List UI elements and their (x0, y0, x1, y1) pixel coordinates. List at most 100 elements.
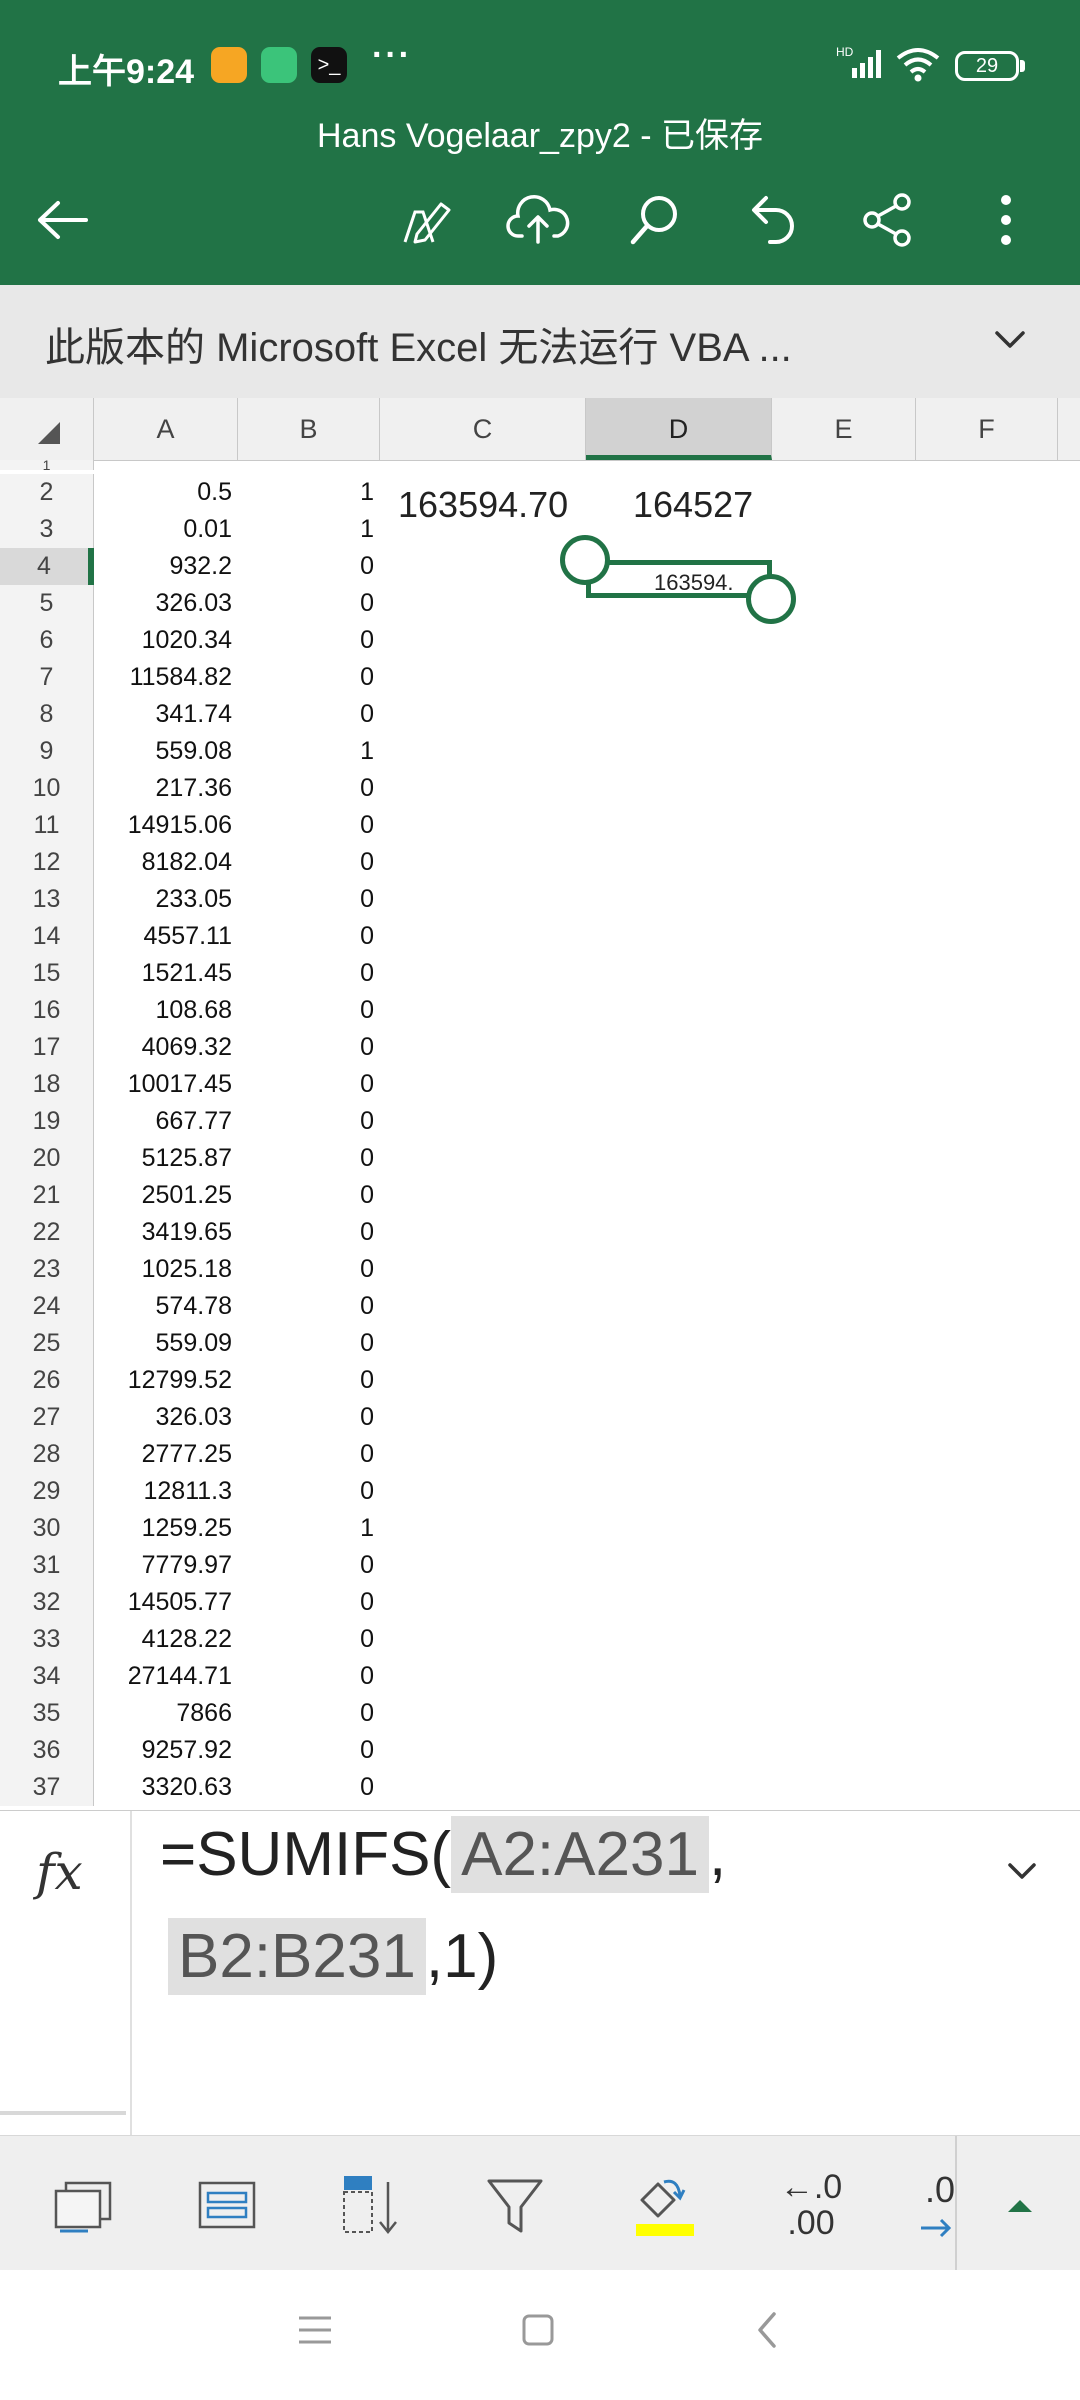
column-header-d[interactable]: D (586, 398, 772, 460)
sort-button[interactable] (326, 2160, 416, 2250)
cell-a[interactable]: 574.78 (94, 1288, 232, 1325)
cell-d2[interactable]: 164527 (633, 484, 753, 526)
cell-b[interactable]: 0 (238, 1399, 374, 1436)
cell-a[interactable]: 12811.3 (94, 1473, 232, 1510)
vba-warning-bar[interactable]: 此版本的 Microsoft Excel 无法运行 VBA ... (0, 285, 1080, 398)
format-table-button[interactable] (182, 2160, 272, 2250)
cell-c2[interactable]: 163594.70 (398, 484, 568, 526)
row-header[interactable]: 18 (0, 1066, 94, 1103)
row-header[interactable]: 4 (0, 548, 94, 585)
cell-b[interactable]: 0 (238, 1103, 374, 1140)
row-header[interactable]: 31 (0, 1547, 94, 1584)
cell-a[interactable]: 7866 (94, 1695, 232, 1732)
cell-a[interactable]: 1521.45 (94, 955, 232, 992)
cell-b[interactable]: 0 (238, 1177, 374, 1214)
row-header[interactable]: 24 (0, 1288, 94, 1325)
cell-a[interactable]: 8182.04 (94, 844, 232, 881)
cell-b[interactable]: 0 (238, 1436, 374, 1473)
cell-b[interactable]: 0 (238, 585, 374, 622)
column-header-c[interactable]: C (380, 398, 586, 460)
cell-b[interactable]: 0 (238, 1547, 374, 1584)
row-header[interactable]: 6 (0, 622, 94, 659)
row-header[interactable]: 25 (0, 1325, 94, 1362)
selection-handle-end[interactable] (746, 574, 796, 624)
row-header[interactable]: 27 (0, 1399, 94, 1436)
cell-a[interactable]: 4557.11 (94, 918, 232, 955)
back-nav-button[interactable] (748, 2310, 788, 2355)
cell-a[interactable]: 11584.82 (94, 659, 232, 696)
cell-a[interactable]: 27144.71 (94, 1658, 232, 1695)
cell-b[interactable]: 0 (238, 659, 374, 696)
cell-b[interactable]: 0 (238, 992, 374, 1029)
row-header[interactable]: 16 (0, 992, 94, 1029)
cell-a[interactable]: 5125.87 (94, 1140, 232, 1177)
row-header[interactable]: 36 (0, 1732, 94, 1769)
cell-b[interactable]: 0 (238, 1362, 374, 1399)
cell-b[interactable]: 0 (238, 1658, 374, 1695)
cell-a[interactable]: 233.05 (94, 881, 232, 918)
row-header[interactable]: 12 (0, 844, 94, 881)
cell-b[interactable]: 0 (238, 1473, 374, 1510)
row-header[interactable]: 29 (0, 1473, 94, 1510)
expand-ribbon-button[interactable] (975, 2160, 1065, 2250)
formula-line-1[interactable]: =SUMIFS(A2:A231, (160, 1816, 726, 1893)
row-header[interactable]: 10 (0, 770, 94, 807)
row-header[interactable]: 3 (0, 511, 94, 548)
cell-a[interactable]: 326.03 (94, 585, 232, 622)
column-header-a[interactable]: A (94, 398, 238, 460)
row-header[interactable]: 35 (0, 1695, 94, 1732)
undo-button[interactable] (732, 180, 812, 260)
row-header[interactable]: 14 (0, 918, 94, 955)
filter-button[interactable] (470, 2160, 560, 2250)
cell-b[interactable]: 0 (238, 548, 374, 585)
cell-b[interactable]: 0 (238, 1695, 374, 1732)
spreadsheet-grid[interactable]: 1 2 0.5 1 3 0.01 1 4 932.2 0 5 326.03 0 6 1020.34 0 7 11… (0, 460, 1080, 1810)
cell-b[interactable]: 0 (238, 1251, 374, 1288)
cell-a[interactable]: 667.77 (94, 1103, 232, 1140)
cell-a[interactable]: 341.74 (94, 696, 232, 733)
cell-a[interactable]: 326.03 (94, 1399, 232, 1436)
cell-a[interactable]: 0.5 (94, 474, 232, 511)
cell-b[interactable]: 0 (238, 918, 374, 955)
row-header[interactable]: 23 (0, 1251, 94, 1288)
cell-a[interactable]: 559.08 (94, 733, 232, 770)
expand-message-button[interactable] (985, 315, 1035, 365)
column-header-e[interactable]: E (772, 398, 916, 460)
back-button[interactable] (22, 180, 102, 260)
column-header-f[interactable]: F (916, 398, 1058, 460)
row-header[interactable]: 17 (0, 1029, 94, 1066)
more-options-button[interactable] (966, 180, 1046, 260)
row-header[interactable]: 33 (0, 1621, 94, 1658)
cell-a[interactable]: 2501.25 (94, 1177, 232, 1214)
cell-a[interactable]: 1259.25 (94, 1510, 232, 1547)
share-button[interactable] (848, 180, 928, 260)
cell-a[interactable]: 12799.52 (94, 1362, 232, 1399)
selection-handle-start[interactable] (560, 535, 610, 585)
row-header[interactable]: 13 (0, 881, 94, 918)
cell-b[interactable]: 0 (238, 881, 374, 918)
cell-a[interactable]: 4069.32 (94, 1029, 232, 1066)
cell-a[interactable]: 10017.45 (94, 1066, 232, 1103)
cloud-save-button[interactable] (498, 180, 578, 260)
cell-b[interactable]: 1 (238, 511, 374, 548)
menu-nav-button[interactable] (295, 2310, 335, 2355)
row-header[interactable]: 30 (0, 1510, 94, 1547)
row-header[interactable]: 2 (0, 474, 94, 511)
cell-a[interactable]: 3419.65 (94, 1214, 232, 1251)
row-header[interactable]: 15 (0, 955, 94, 992)
insert-picture-button[interactable] (38, 2160, 128, 2250)
cell-a[interactable]: 1025.18 (94, 1251, 232, 1288)
cell-a[interactable]: 108.68 (94, 992, 232, 1029)
cell-b[interactable]: 0 (238, 696, 374, 733)
cell-b[interactable]: 0 (238, 1769, 374, 1806)
row-header-1[interactable]: 1 (0, 460, 94, 470)
cell-b[interactable]: 0 (238, 1732, 374, 1769)
cell-b[interactable]: 1 (238, 1510, 374, 1547)
cell-b[interactable]: 0 (238, 955, 374, 992)
cell-b[interactable]: 0 (238, 1325, 374, 1362)
row-header[interactable]: 19 (0, 1103, 94, 1140)
cell-a[interactable]: 9257.92 (94, 1732, 232, 1769)
cell-a[interactable]: 3320.63 (94, 1769, 232, 1806)
cell-a[interactable]: 559.09 (94, 1325, 232, 1362)
row-header[interactable]: 37 (0, 1769, 94, 1806)
